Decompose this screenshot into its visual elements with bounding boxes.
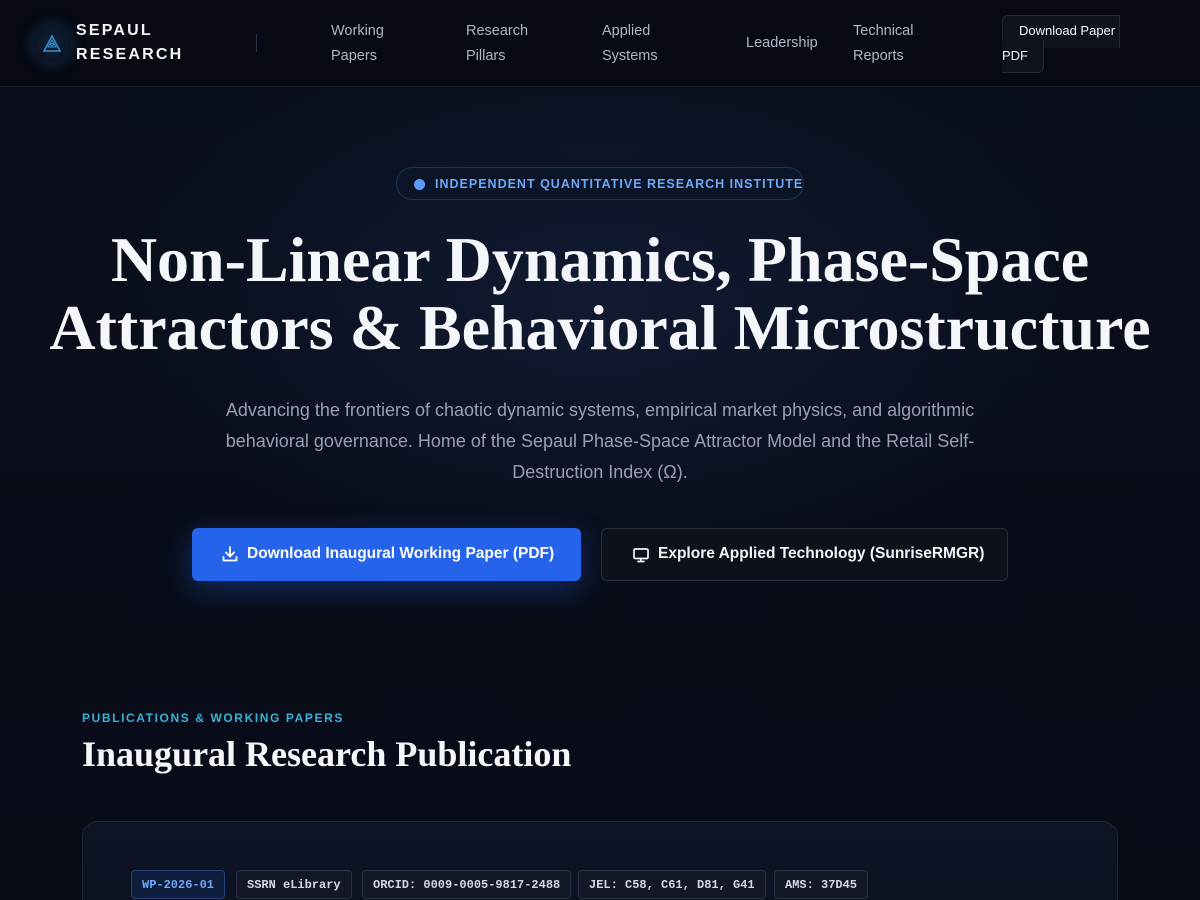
header-download-button-pdf[interactable]: PDF	[1002, 40, 1044, 73]
nav-working-papers[interactable]: Working Papers	[331, 19, 421, 69]
nav-technical-reports[interactable]: Technical Reports	[853, 19, 943, 69]
explore-technology-label: Explore Applied Technology (SunriseRMGR)	[658, 545, 985, 562]
badge-dot-icon	[414, 179, 425, 190]
nav-leadership[interactable]: Leadership	[746, 31, 836, 56]
tag-ams[interactable]: AMS: 37D45	[774, 870, 869, 899]
tag-ssrn[interactable]: SSRN eLibrary	[236, 870, 352, 899]
brand-name[interactable]: SEPAUL RESEARCH	[76, 19, 206, 67]
logo-triangle-icon[interactable]	[33, 25, 71, 63]
nav-applied-systems[interactable]: Applied Systems	[602, 19, 692, 69]
tag-working-paper-id[interactable]: WP-2026-01	[131, 870, 226, 899]
institute-badge: INDEPENDENT QUANTITATIVE RESEARCH INSTIT…	[396, 167, 804, 200]
tag-jel[interactable]: JEL: C58, C61, D81, G41	[578, 870, 766, 899]
download-paper-label: Download Inaugural Working Paper (PDF)	[247, 545, 555, 562]
download-paper-button[interactable]: Download Inaugural Working Paper (PDF)	[192, 528, 581, 581]
badge-label: INDEPENDENT QUANTITATIVE RESEARCH INSTIT…	[435, 177, 804, 191]
explore-technology-button[interactable]: Explore Applied Technology (SunriseRMGR)	[601, 528, 1008, 581]
hero-subtitle: Advancing the frontiers of chaotic dynam…	[225, 400, 975, 482]
site-header: SEPAUL RESEARCH Working Papers Research …	[0, 0, 1200, 87]
tag-orcid[interactable]: ORCID: 0009-0005-9817-2488	[362, 870, 572, 899]
hero-title: Non-Linear Dynamics, Phase-Space Attract…	[49, 224, 1151, 363]
publications-eyebrow: PUBLICATIONS & WORKING PAPERS	[82, 711, 344, 725]
header-divider	[256, 34, 257, 52]
monitor-icon	[632, 546, 650, 569]
nav-research-pillars[interactable]: Research Pillars	[466, 19, 556, 69]
publications-title: Inaugural Research Publication	[82, 734, 572, 774]
download-icon	[221, 545, 239, 568]
